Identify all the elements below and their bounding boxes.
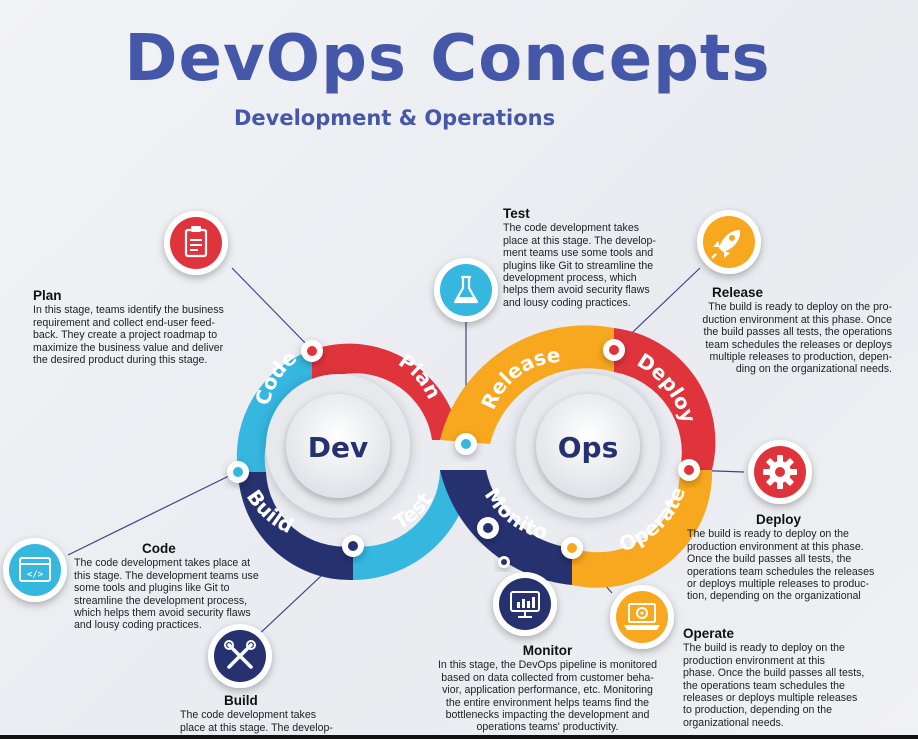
dev-label: Dev [308,431,368,464]
build-description: Build The code development takes place a… [180,693,355,734]
flask-icon [434,258,498,322]
dot-monitor [477,517,499,539]
dot-release [603,339,625,361]
bottom-edge-bar [0,735,918,739]
dot-deploy [678,459,700,481]
release-description: Release The build is ready to deploy on … [672,285,892,376]
plan-heading: Plan [33,288,62,303]
dev-hub: Dev [266,374,410,518]
dot-monitor-small [498,556,510,568]
deploy-description: Deploy The build is ready to deploy on t… [687,512,902,603]
release-heading: Release [712,285,764,300]
plan-description: Plan In this stage, teams identify the b… [33,288,273,367]
laptop-gear-icon [610,585,674,649]
dot-code [227,461,249,483]
rocket-icon [697,210,761,274]
dot-build [342,535,364,557]
dot-operate [561,537,583,559]
operate-heading: Operate [683,626,735,641]
page-subtitle: Development & Operations [234,106,556,130]
code-text: The code development takes place at this… [74,557,259,632]
page-title: DevOps Concepts [124,22,771,96]
dot-plan [301,340,323,362]
code-heading: Code [142,541,176,556]
release-text: The build is ready to deploy on the pro-… [702,301,892,376]
code-description: Code The code development takes place at… [74,541,289,632]
dot-test [455,433,477,455]
code-window-icon: </> [3,538,67,602]
monitor-text: In this stage, the DevOps pipeline is mo… [437,659,658,734]
test-text: The code development takes place at this… [503,222,656,309]
monitor-heading: Monitor [522,643,573,658]
operate-text: The build is ready to deploy on the prod… [683,642,865,729]
build-text: The code development takes place at this… [180,709,333,734]
test-heading: Test [503,206,530,221]
tools-icon [208,624,272,688]
test-description: Test The code development takes place at… [503,206,683,309]
clipboard-icon [164,211,228,275]
ops-label: Ops [558,431,619,464]
plan-text: In this stage, teams identify the busine… [33,304,224,367]
svg-text:</>: </> [27,570,44,580]
operate-description: Operate The build is ready to deploy on … [683,626,888,729]
monitor-description: Monitor In this stage, the DevOps pipeli… [425,643,670,734]
ops-hub: Ops [516,374,660,518]
monitor-chart-icon [493,572,557,636]
gear-icon [748,440,812,504]
build-heading: Build [224,693,258,708]
deploy-heading: Deploy [756,512,802,527]
deploy-text: The build is ready to deploy on the prod… [687,528,875,603]
